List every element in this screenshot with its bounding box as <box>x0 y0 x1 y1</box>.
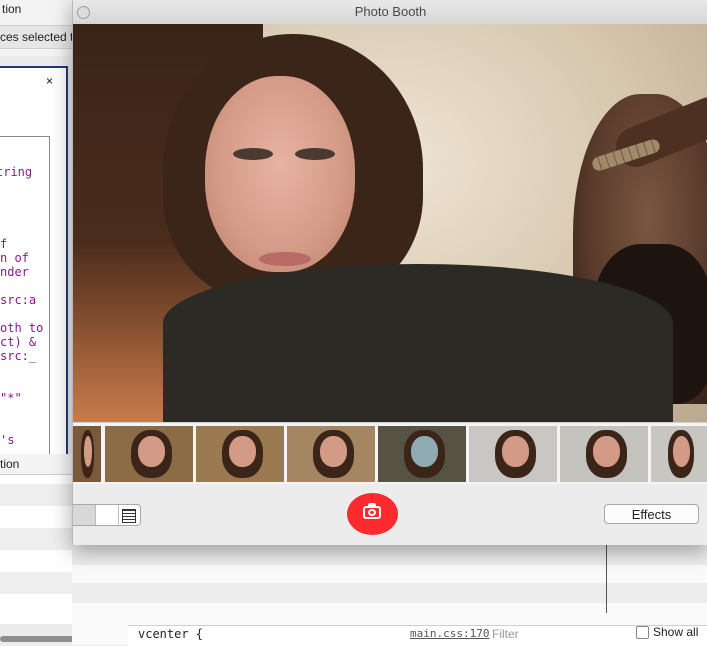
source-link[interactable]: main.css:170 <box>410 627 489 640</box>
photo-thumbnail[interactable] <box>73 426 101 482</box>
camera-icon <box>363 506 381 519</box>
person-left-face <box>205 76 355 272</box>
table-row <box>72 545 707 565</box>
view-filmstrip-button[interactable] <box>117 505 139 525</box>
filter-input[interactable]: Filter <box>492 627 519 641</box>
code-line: oth to <box>0 321 44 335</box>
code-line: f <box>0 237 8 251</box>
code-pane: tring f n of nder src:a oth to ct) & src… <box>0 136 50 458</box>
eye <box>233 148 273 160</box>
show-all-label: Show all <box>653 625 699 639</box>
photo-filmstrip <box>73 422 707 486</box>
photo-thumbnail[interactable] <box>378 426 466 482</box>
background-selection-text: ces selected t <box>0 25 72 49</box>
column-divider <box>606 545 607 613</box>
photo-thumbnail[interactable] <box>469 426 557 482</box>
film-icon <box>122 509 136 523</box>
code-line: src:a <box>0 293 37 307</box>
view-grid-button[interactable] <box>73 505 95 525</box>
bottom-toolbar: Effects <box>73 484 707 545</box>
close-window-icon[interactable] <box>77 6 90 19</box>
window-title: Photo Booth <box>354 4 427 19</box>
photo-thumbnail[interactable] <box>287 426 375 482</box>
view-single-button[interactable] <box>95 505 119 525</box>
photo-thumbnail[interactable] <box>105 426 193 482</box>
title-bar[interactable]: Photo Booth <box>73 0 707 25</box>
code-line: ct) & <box>0 335 37 349</box>
show-all-checkbox[interactable]: Show all <box>636 625 699 640</box>
background-table: tion <box>0 454 73 624</box>
take-photo-button[interactable] <box>347 493 398 535</box>
code-line: tring <box>0 165 33 179</box>
lips <box>259 252 311 266</box>
code-line: nder <box>0 265 29 279</box>
background-label: tion <box>2 2 22 16</box>
sweater <box>163 264 673 422</box>
code-line: src:_ <box>0 349 37 363</box>
table-header: tion <box>0 454 72 475</box>
table-row <box>0 484 72 506</box>
close-icon[interactable]: × <box>46 74 53 88</box>
photo-thumbnail[interactable] <box>196 426 284 482</box>
checkbox-icon[interactable] <box>636 626 649 640</box>
table-row <box>0 528 72 550</box>
camera-preview <box>73 24 707 422</box>
background-code-editor: × tring f n of nder src:a oth to ct) & s… <box>0 66 68 458</box>
photo-thumbnail[interactable] <box>560 426 648 482</box>
code-line: "*" <box>0 391 22 405</box>
css-selector: vcenter { <box>138 627 204 641</box>
photo-thumbnail[interactable] <box>651 426 707 482</box>
background-inspector: vcenter { main.css:170 Filter Show all <box>72 545 707 646</box>
background-window-header: tion ces selected t <box>0 0 73 56</box>
effects-button[interactable]: Effects <box>604 504 699 524</box>
table-row <box>0 572 72 594</box>
view-mode-toggle[interactable] <box>73 504 141 526</box>
eye <box>295 148 335 160</box>
table-row <box>72 583 707 603</box>
scrollbar[interactable] <box>0 636 78 642</box>
photo-booth-window: Photo Booth Effects <box>72 0 707 545</box>
code-line: 's <box>0 433 15 447</box>
code-line: n of <box>0 251 29 265</box>
